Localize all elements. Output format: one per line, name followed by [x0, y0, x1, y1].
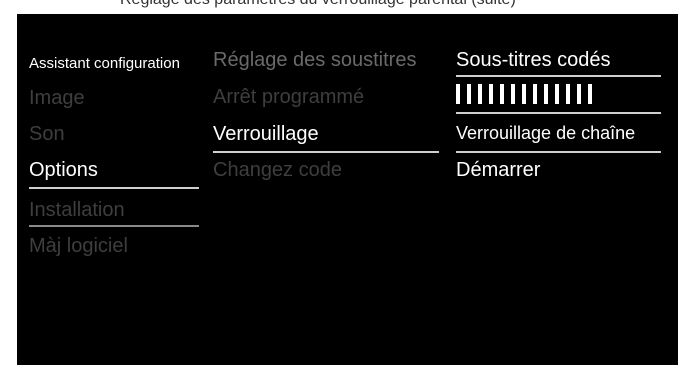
divider-line	[29, 225, 199, 227]
manual-caption: Réglage des paramètres du verrouillage p…	[0, 0, 678, 10]
bar-mark	[467, 84, 471, 104]
password-bars	[456, 84, 592, 104]
option-label: Sous-titres codés	[456, 49, 611, 71]
bar-mark	[577, 84, 581, 104]
main-menu-item-son[interactable]: Son	[29, 124, 65, 144]
sub-menu-item-soustitres[interactable]: Réglage des soustitres	[213, 50, 416, 70]
sub-menu-label: Réglage des soustitres	[213, 49, 417, 71]
option-verrouillage-chaine[interactable]: Verrouillage de chaîne	[456, 124, 635, 142]
option-underline	[456, 112, 661, 114]
tv-menu-screen: Assistant configuration Image Son Option…	[17, 14, 678, 365]
sub-menu-label: Changez code	[213, 159, 342, 181]
main-menu-label: Options	[29, 159, 98, 181]
main-menu-item-assistant[interactable]: Assistant configuration	[29, 52, 180, 72]
sub-menu-label: Verrouillage	[213, 123, 319, 145]
main-menu-label: Màj logiciel	[29, 235, 128, 257]
selection-underline	[213, 151, 439, 153]
main-menu-label: Son	[29, 123, 65, 145]
option-label: Démarrer	[456, 159, 541, 181]
main-menu-item-options[interactable]: Options	[29, 160, 98, 180]
bar-mark	[533, 84, 537, 104]
main-menu-item-installation[interactable]: Installation	[29, 200, 125, 220]
sub-menu-label: Arrêt programmé	[213, 86, 365, 108]
option-label: Verrouillage de chaîne	[456, 123, 636, 143]
bar-mark	[511, 84, 515, 104]
option-underline	[456, 75, 661, 77]
bar-mark	[544, 84, 548, 104]
main-menu-item-maj-logiciel[interactable]: Màj logiciel	[29, 236, 128, 256]
bar-mark	[555, 84, 559, 104]
bar-mark	[456, 84, 460, 104]
bar-mark	[588, 84, 592, 104]
main-menu-label: Image	[29, 87, 85, 109]
sub-menu-item-verrouillage[interactable]: Verrouillage	[213, 124, 319, 144]
bar-mark	[489, 84, 493, 104]
caption-text: Réglage des paramètres du verrouillage p…	[120, 0, 516, 9]
sub-menu-item-arret-programme[interactable]: Arrêt programmé	[213, 87, 364, 107]
option-sous-titres-codes[interactable]: Sous-titres codés	[456, 50, 611, 70]
bar-mark	[522, 84, 526, 104]
main-menu-label: Installation	[29, 199, 125, 221]
bar-mark	[500, 84, 504, 104]
sub-menu-item-changez-code[interactable]: Changez code	[213, 160, 342, 180]
option-demarrer[interactable]: Démarrer	[456, 160, 540, 180]
option-underline	[456, 151, 661, 153]
bar-mark	[566, 84, 570, 104]
main-menu-item-image[interactable]: Image	[29, 88, 85, 108]
selection-underline	[29, 187, 199, 189]
main-menu-label: Assistant configuration	[29, 55, 180, 72]
bar-mark	[478, 84, 482, 104]
